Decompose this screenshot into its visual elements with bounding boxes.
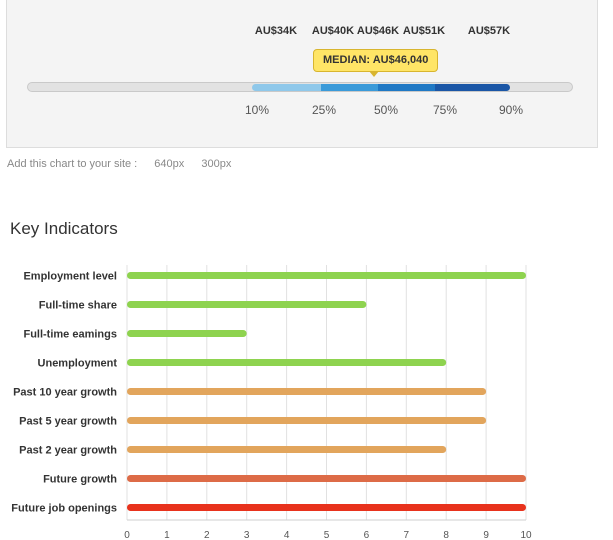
bar	[127, 272, 526, 279]
category-label: Future job openings	[11, 503, 117, 515]
category-label: Full-time eamings	[23, 329, 117, 341]
category-label: Employment level	[23, 271, 117, 283]
x-tick-label: 7	[404, 530, 410, 540]
category-label: Past 5 year growth	[19, 416, 117, 428]
bar	[127, 301, 367, 308]
bar	[127, 359, 447, 366]
x-tick-label: 4	[284, 530, 290, 540]
x-tick-label: 3	[244, 530, 250, 540]
bar	[127, 504, 526, 511]
category-label: Past 10 year growth	[13, 387, 117, 399]
x-tick-label: 6	[364, 530, 370, 540]
bar	[127, 417, 487, 424]
x-tick-label: 0	[124, 530, 130, 540]
category-label: Future growth	[43, 474, 117, 486]
bar	[127, 446, 447, 453]
bar	[127, 388, 487, 395]
x-tick-label: 1	[164, 530, 170, 540]
x-tick-label: 2	[204, 530, 210, 540]
category-label: Unemployment	[38, 358, 118, 370]
x-tick-label: 8	[443, 530, 449, 540]
category-label: Full-time share	[39, 300, 117, 312]
x-tick-label: 5	[324, 530, 330, 540]
key-indicators-chart: 0 1 2 3 4 5 6 7 8 9 10 Employment level Full-time sh…	[11, 265, 532, 540]
bar	[127, 475, 526, 482]
bar	[127, 330, 247, 337]
x-tick-label: 9	[483, 530, 489, 540]
category-label: Past 2 year growth	[19, 445, 117, 457]
x-tick-label: 10	[520, 530, 532, 540]
